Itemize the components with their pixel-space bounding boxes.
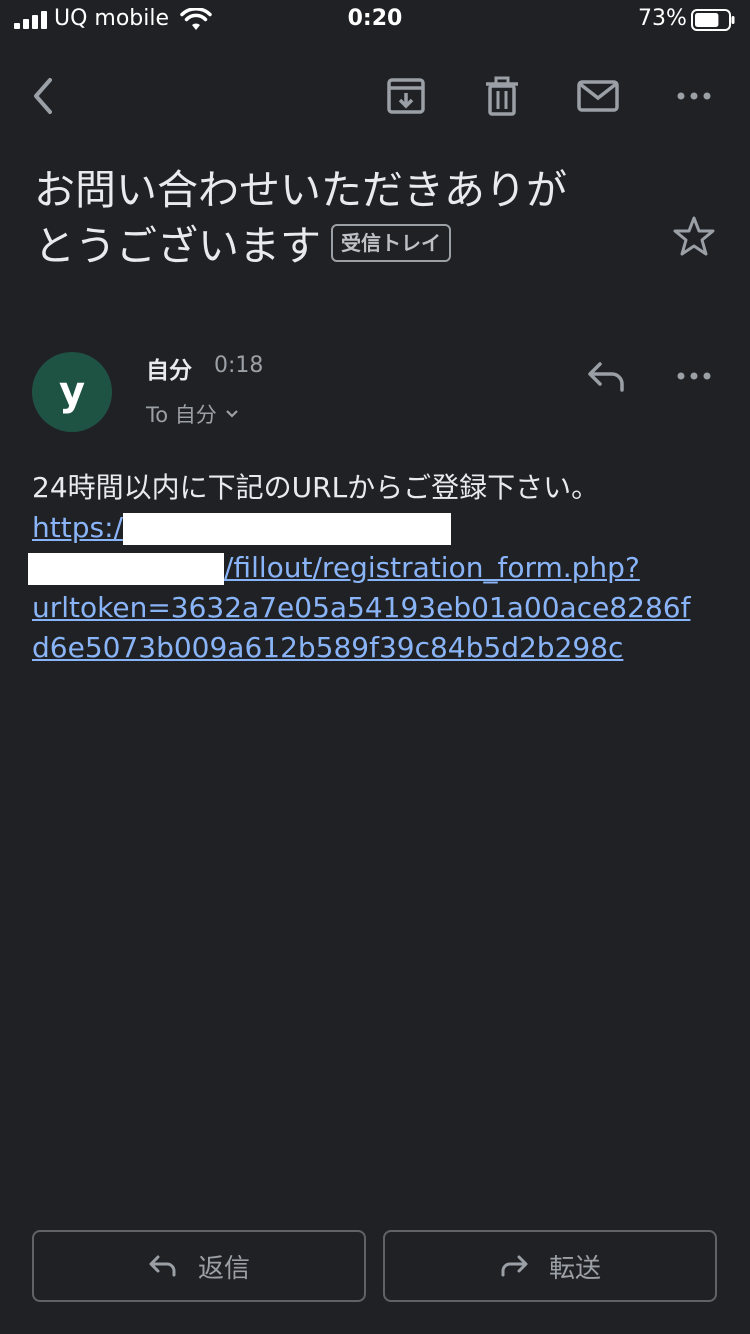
registration-link[interactable]: https:/ /fillout/registration_form.php? … [28, 508, 722, 668]
email-screen: UQ mobile 0:20 73% お問い合わせいただきありが とうございます… [0, 0, 750, 1334]
email-subject: お問い合わせいただきありが とうございます 受信トレイ [34, 162, 654, 274]
chevron-left-icon [34, 78, 52, 114]
subject-line-1: お問い合わせいただきありが [34, 166, 567, 214]
link-prefix[interactable]: https:/ [32, 511, 123, 544]
reply-label: 返信 [197, 1253, 250, 1284]
star-icon [673, 216, 715, 256]
reply-icon [149, 1255, 176, 1277]
forward-label: 転送 [548, 1253, 601, 1284]
link-path[interactable]: /fillout/registration_form.php? [224, 551, 640, 584]
message-body: 24時間以内に下記のURLからご登録下さい。 https:/ /fillout/… [28, 468, 722, 668]
message-more-button[interactable] [670, 352, 718, 400]
more-horizontal-icon [677, 92, 711, 100]
battery-percent: 73% [638, 6, 687, 31]
mark-unread-button[interactable] [574, 72, 622, 120]
delete-button[interactable] [478, 72, 526, 120]
link-token-line-2[interactable]: d6e5073b009a612b589f39c84b5d2b298c [32, 631, 623, 664]
more-options-button[interactable] [670, 72, 718, 120]
forward-icon [501, 1255, 528, 1277]
message-time: 0:18 [214, 353, 264, 378]
back-button[interactable] [20, 72, 68, 120]
avatar[interactable]: y [32, 352, 112, 432]
inbox-label-chip: 受信トレイ [331, 224, 451, 262]
forward-action-button[interactable]: 転送 [383, 1230, 717, 1302]
redaction-block [122, 513, 451, 545]
star-button[interactable] [670, 212, 718, 260]
trash-icon [486, 76, 518, 116]
archive-icon [387, 78, 425, 114]
archive-button[interactable] [382, 72, 430, 120]
sender-name: 自分 [146, 358, 192, 384]
recipients-toggle[interactable]: To 自分 [146, 399, 239, 429]
status-bar: UQ mobile 0:20 73% [0, 0, 750, 40]
more-horizontal-icon [677, 372, 711, 380]
reply-icon [588, 362, 624, 392]
reply-action-button[interactable]: 返信 [32, 1230, 366, 1302]
reply-button[interactable] [582, 352, 630, 400]
subject-line-2: とうございます [34, 222, 321, 270]
redaction-block [28, 553, 224, 585]
chevron-down-icon [226, 410, 238, 418]
recipients-text: To 自分 [146, 403, 217, 427]
body-intro: 24時間以内に下記のURLからご登録下さい。 [32, 471, 600, 504]
battery-icon [691, 9, 735, 31]
mail-icon [577, 80, 619, 112]
link-token-line-1[interactable]: urltoken=3632a7e05a54193eb01a00ace8286f [32, 591, 690, 624]
